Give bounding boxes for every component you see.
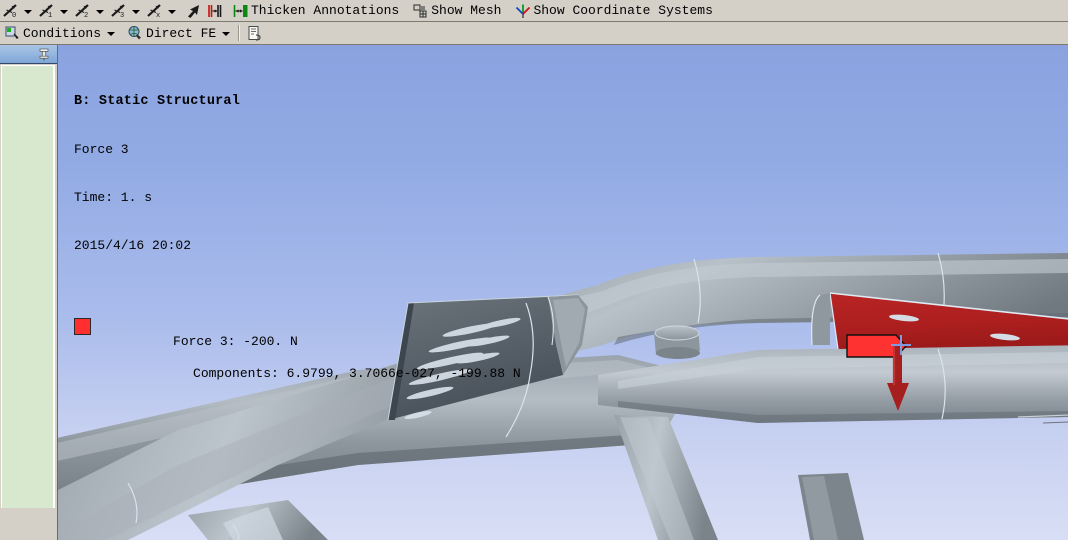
collar-bottom: [656, 347, 700, 359]
legend-color-swatch: [74, 318, 91, 335]
vector-display-1-button[interactable]: 1: [36, 1, 72, 21]
annotation-time: Time: 1. s: [74, 190, 153, 205]
outline-side-panel: [0, 45, 57, 540]
vector-display-0-button[interactable]: 0: [0, 1, 36, 21]
arrow-sub-3-icon: 3: [109, 2, 129, 20]
chevron-down-icon[interactable]: [107, 32, 116, 36]
direct-fe-menu-button[interactable]: Direct FE: [125, 23, 234, 43]
svg-text:x: x: [156, 12, 160, 20]
arrow-sub-2-icon: 2: [73, 2, 93, 20]
conditions-label: Conditions: [23, 25, 102, 41]
show-mesh-button[interactable]: Show Mesh: [410, 1, 502, 21]
collar-top: [654, 325, 700, 341]
show-coordinate-systems-button[interactable]: Show Coordinate Systems: [512, 1, 713, 21]
chevron-down-icon[interactable]: [96, 9, 104, 14]
application-window: 0 1 2 3 x Thicken Annotations Show Mesh …: [0, 0, 1068, 540]
svg-text:2: 2: [84, 12, 88, 20]
svg-text:3: 3: [120, 12, 124, 20]
vector-display-x-button[interactable]: x: [144, 1, 180, 21]
annotation-object-name: Force 3: [74, 142, 129, 157]
graphics-annotation-toolbar: 0 1 2 3 x Thicken Annotations Show Mesh …: [0, 0, 1068, 22]
svg-text:0: 0: [12, 12, 16, 20]
triad-icon: [513, 2, 533, 20]
show-coordinate-systems-label: Show Coordinate Systems: [533, 3, 713, 18]
chevron-down-icon[interactable]: [222, 32, 231, 36]
arrow-sub-1-icon: 1: [37, 2, 57, 20]
chevron-down-icon[interactable]: [168, 9, 176, 14]
solid-arrow-button[interactable]: [182, 1, 204, 21]
conditions-icon: [3, 24, 23, 42]
graphics-viewport[interactable]: B: Static Structural Force 3 Time: 1. s …: [57, 45, 1068, 540]
pushpin-icon[interactable]: [38, 48, 50, 61]
annotation-datetime: 2015/4/16 20:02: [74, 238, 192, 253]
panel-content-area[interactable]: [1, 65, 55, 540]
force-legend: Force 3: -200. N Components: 6.9799, 3.7…: [74, 318, 521, 398]
conditions-menu-button[interactable]: Conditions: [2, 23, 119, 43]
arrow-sub-0-icon: 0: [1, 2, 21, 20]
bracket-green-icon: [231, 2, 251, 20]
environment-toolbar: Conditions Direct FE: [0, 22, 1068, 45]
vector-display-2-button[interactable]: 2: [72, 1, 108, 21]
panel-title-bar: [0, 45, 57, 64]
thicken-annotations-button[interactable]: Thicken Annotations: [230, 1, 400, 21]
chevron-down-icon[interactable]: [60, 9, 68, 14]
legend-force-label: Force 3: -200. N: [173, 334, 298, 349]
show-mesh-label: Show Mesh: [431, 3, 502, 18]
direct-fe-label: Direct FE: [146, 25, 217, 41]
chevron-down-icon[interactable]: [24, 9, 32, 14]
report-preview-button[interactable]: [244, 23, 266, 43]
panel-bottom-strip: [0, 508, 57, 540]
chevron-down-icon[interactable]: [132, 9, 140, 14]
annotation-spacing-button[interactable]: [204, 1, 226, 21]
report-icon: [245, 24, 265, 42]
direct-fe-icon: [126, 24, 146, 42]
solid-arrow-icon: [183, 2, 203, 20]
annotation-text-block: B: Static Structural Force 3 Time: 1. s …: [74, 62, 521, 430]
arrow-sub-x-icon: x: [145, 2, 165, 20]
svg-text:1: 1: [48, 12, 52, 20]
annotation-title: B: Static Structural: [74, 94, 241, 109]
mesh-icon: [411, 2, 431, 20]
vector-display-3-button[interactable]: 3: [108, 1, 144, 21]
legend-components-label: Components: 6.9799, 3.7066e-027, -199.88…: [193, 366, 521, 381]
toolbar-separator: [238, 25, 241, 41]
bracket-red-icon: [205, 2, 225, 20]
thicken-annotations-label: Thicken Annotations: [251, 3, 400, 18]
